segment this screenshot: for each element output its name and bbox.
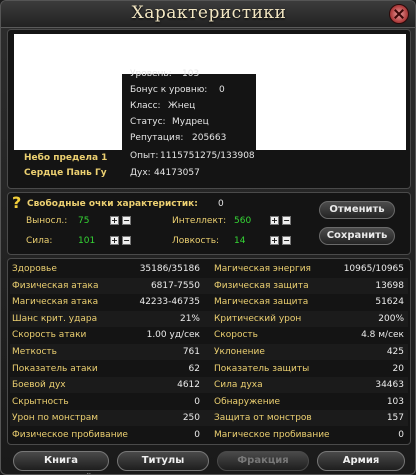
stat-label: Сила духа: [214, 380, 263, 391]
stat-label: Уклонение: [214, 347, 265, 357]
stat-row: Урон по монстрам 250 Защита от монстров 157: [10, 410, 408, 427]
character-title-1: Небо предела 1: [24, 153, 108, 163]
agility-minus-button[interactable]: −: [282, 236, 291, 245]
stat-row: Шанс крит. удара 21% Критический урон 200%: [10, 310, 408, 327]
generations-book-button[interactable]: Книга поколений: [13, 451, 109, 474]
stat-label: Здоровье: [12, 264, 57, 274]
stat-row: Здоровье 35186/35186 Магическая энергия 109…: [10, 261, 408, 277]
stat-label: Урон по монстрам: [12, 413, 99, 424]
stat-row: Меткость 761 Уклонение 425: [10, 344, 408, 360]
stat-label: Боевой дух: [12, 380, 66, 391]
stat-label: Скорость атаки: [12, 330, 87, 341]
stamina-plus-button[interactable]: +: [110, 216, 119, 225]
stat-value: 200%: [378, 313, 404, 324]
stat-value: 761: [182, 347, 200, 357]
strength-plus-button[interactable]: +: [110, 236, 119, 245]
stat-value: 0: [398, 430, 404, 440]
stat-label: Магическая атака: [12, 297, 99, 308]
stat-label: Скрытность: [12, 396, 69, 407]
strength-value: 101: [78, 236, 96, 246]
character-stats-window: Характеристики Небо предела 1 Сердце Пан…: [0, 0, 416, 475]
strength-minus-button[interactable]: −: [122, 236, 131, 245]
window-title: Характеристики: [131, 3, 287, 23]
free-points-value: 0: [218, 199, 224, 209]
stat-value: 13698: [375, 280, 404, 291]
stat-value: 0: [194, 396, 200, 407]
stat-row: Магическая атака 42233-46735 Магическая за…: [10, 294, 408, 310]
stat-row: Боевой дух 4612 Сила духа 34463: [10, 377, 408, 394]
character-info-panel: Небо предела 1 Сердце Пань Гу Уровень: 1…: [7, 29, 411, 189]
stat-row: Физическое пробивание 0 Магическое пробива…: [10, 427, 408, 443]
stat-label: Обнаружение: [214, 396, 280, 407]
stamina-value: 75: [78, 216, 90, 226]
close-icon[interactable]: [389, 4, 409, 24]
stat-value: 103: [386, 396, 404, 407]
stat-label: Шанс крит. удара: [12, 313, 98, 324]
stat-label: Физическая защита: [214, 280, 309, 291]
stat-value: 62: [188, 363, 200, 374]
stat-value: 6817-7550: [150, 280, 200, 291]
stat-label: Магическая защита: [214, 297, 309, 308]
stat-value: 4612: [177, 380, 200, 391]
stat-row: Скорость атаки 1.00 уд/сек Скорость 4.8 м/с…: [10, 327, 408, 343]
stat-label: Магическое пробивание: [214, 430, 330, 440]
stamina-label: Выносл.:: [26, 216, 68, 226]
character-title-2: Сердце Пань Гу: [24, 168, 107, 178]
faction-button[interactable]: Фракция: [217, 451, 309, 471]
free-points-label: Свободные очки характеристик:: [27, 199, 198, 209]
stat-label: Критический урон: [214, 313, 302, 324]
stat-row: Показатель атаки 62 Показатель защиты 20: [10, 361, 408, 377]
agility-value: 14: [234, 236, 246, 246]
stat-label: Физическая атака: [12, 280, 99, 291]
stat-label: Показатель защиты: [214, 363, 310, 374]
agility-label: Ловкость:: [172, 236, 220, 246]
stat-value: 425: [386, 347, 404, 357]
stat-value: 42233-46735: [139, 297, 200, 308]
stat-value: 21%: [179, 313, 200, 324]
stat-label: Магическая энергия: [214, 264, 311, 274]
stat-value: 157: [386, 413, 404, 424]
stat-label: Физическое пробивание: [12, 430, 128, 440]
cancel-button[interactable]: Отменить: [319, 201, 395, 219]
intellect-plus-button[interactable]: +: [270, 216, 279, 225]
stat-value: 250: [182, 413, 200, 424]
intellect-value: 560: [234, 216, 252, 226]
stat-value: 0: [194, 430, 200, 440]
stat-value: 1.00 уд/сек: [146, 330, 200, 341]
stats-panel: Здоровье 35186/35186 Магическая энергия 109…: [7, 258, 411, 445]
free-points-panel: ? Свободные очки характеристик: 0 Выносл…: [7, 192, 411, 255]
strength-label: Сила:: [26, 236, 53, 246]
titles-button[interactable]: Титулы: [117, 451, 209, 471]
stat-value: 10965/10965: [343, 264, 404, 274]
stat-value: 51624: [375, 297, 404, 308]
stat-value: 35186/35186: [139, 264, 200, 274]
stat-value: 20: [392, 363, 404, 374]
save-button[interactable]: Сохранить: [319, 227, 395, 245]
stat-label: Защита от монстров: [214, 413, 312, 424]
army-button[interactable]: Армия: [317, 451, 405, 471]
question-icon[interactable]: ?: [12, 195, 21, 211]
stat-value: 34463: [375, 380, 404, 391]
agility-plus-button[interactable]: +: [270, 236, 279, 245]
stat-value: 4.8 м/сек: [361, 330, 404, 341]
stat-row: Физическая атака 6817-7550 Физическая защи…: [10, 277, 408, 294]
title-bar[interactable]: Характеристики: [1, 1, 415, 28]
portrait-blank-area: [14, 34, 406, 74]
stat-label: Меткость: [12, 347, 57, 357]
stamina-minus-button[interactable]: −: [122, 216, 131, 225]
stat-label: Показатель атаки: [12, 363, 98, 374]
stat-row: Скрытность 0 Обнаружение 103: [10, 394, 408, 410]
intellect-label: Интеллект:: [172, 216, 227, 226]
intellect-minus-button[interactable]: −: [282, 216, 291, 225]
portrait-blank-area: [14, 74, 122, 150]
portrait-blank-area: [256, 74, 406, 150]
stat-label: Скорость: [214, 330, 258, 341]
